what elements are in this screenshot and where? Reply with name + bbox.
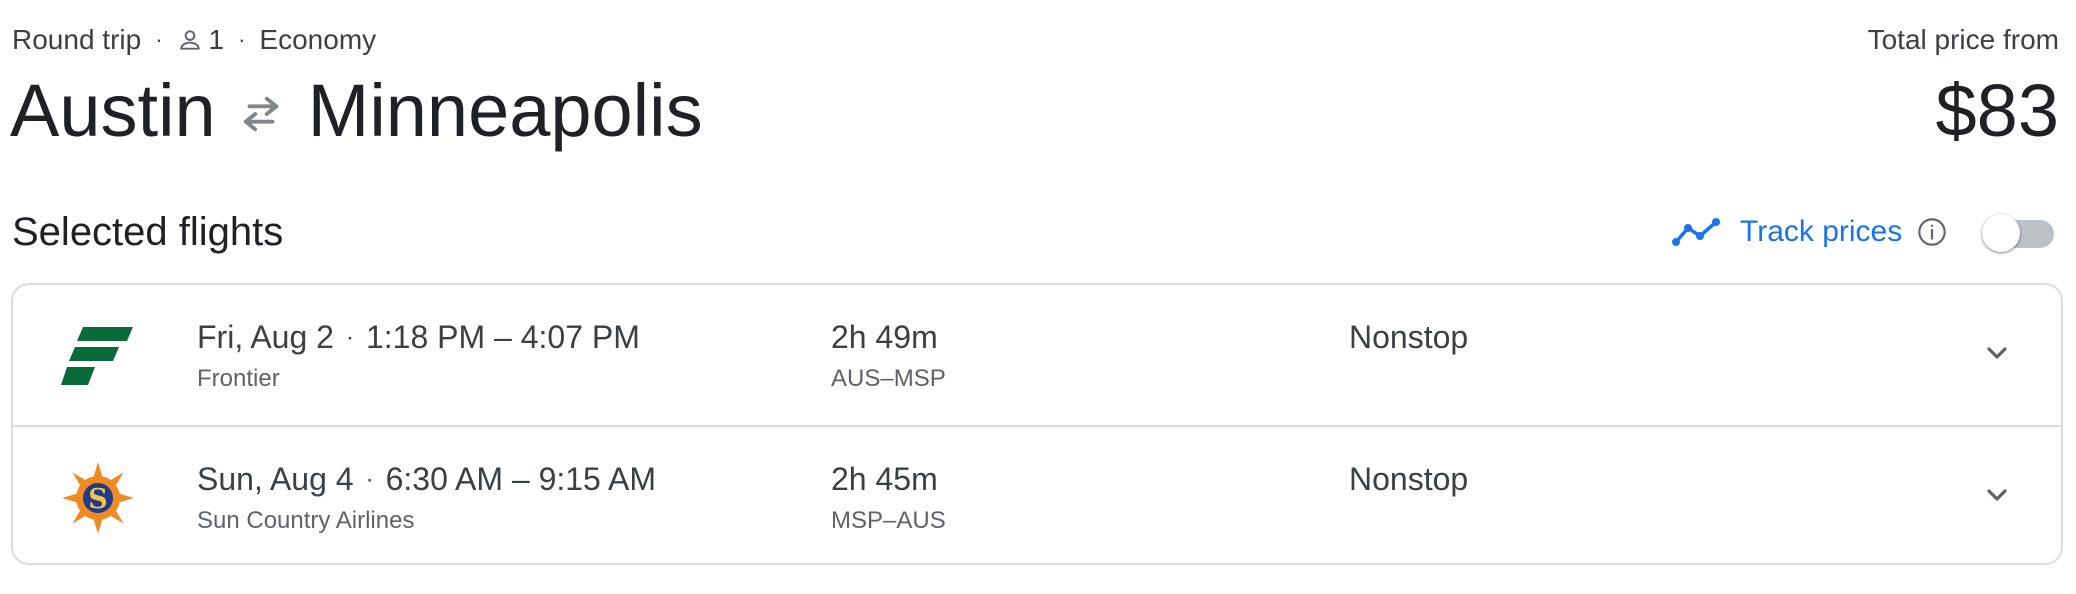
price-trend-icon: [1672, 216, 1720, 248]
flight-duration: 2h 49m: [831, 319, 938, 355]
expand-chevron-icon[interactable]: [1973, 329, 2021, 377]
separator-dot: ·: [365, 466, 374, 493]
svg-text:S: S: [88, 484, 108, 515]
airline-name: Frontier: [197, 365, 280, 392]
selected-flights-card: Fri, Aug 2 · 1:18 PM – 4:07 PM Frontier 2h…: [11, 283, 2063, 565]
flight-row-return[interactable]: S Sun, Aug 4 · 6:30 AM – 9:15 AM Sun Count…: [13, 425, 2061, 563]
separator-dot: ·: [155, 27, 163, 52]
flight-date: Fri, Aug 2: [197, 319, 334, 355]
flight-duration: 2h 45m: [831, 461, 938, 497]
person-icon: [177, 27, 203, 53]
passenger-count: 1: [208, 24, 225, 55]
flight-time-range: 6:30 AM – 9:15 AM: [385, 461, 656, 497]
trip-type: Round trip: [12, 24, 142, 55]
selected-flights-title: Selected flights: [12, 210, 284, 254]
info-icon[interactable]: [1916, 216, 1948, 248]
destination-city: Minneapolis: [307, 69, 703, 152]
flight-airports: MSP–AUS: [831, 507, 946, 534]
expand-chevron-icon[interactable]: [1973, 471, 2021, 519]
separator-dot: ·: [238, 27, 246, 52]
separator-dot: ·: [345, 324, 354, 351]
flight-time-range: 1:18 PM – 4:07 PM: [365, 319, 640, 355]
track-prices: Track prices: [1672, 210, 1948, 254]
total-price: $83: [1935, 69, 2059, 152]
track-prices-label[interactable]: Track prices: [1740, 215, 1902, 249]
origin-city: Austin: [10, 69, 216, 152]
flight-stops: Nonstop: [1349, 319, 1469, 355]
flight-stops: Nonstop: [1349, 461, 1469, 497]
airline-name: Sun Country Airlines: [197, 507, 415, 534]
route-title: Austin Minneapolis: [10, 68, 703, 154]
flight-airports: AUS–MSP: [831, 365, 946, 392]
flight-date: Sun, Aug 4: [197, 461, 354, 497]
track-prices-toggle[interactable]: [1982, 214, 2054, 252]
sun-country-logo-icon: S: [61, 461, 135, 535]
frontier-logo-icon: [61, 319, 135, 393]
flight-times: Fri, Aug 2 · 1:18 PM – 4:07 PM: [197, 315, 640, 360]
cabin-class: Economy: [259, 24, 377, 55]
total-price-label: Total price from: [1867, 24, 2059, 55]
trip-meta: Round trip · 1 · Economy: [12, 20, 376, 60]
flight-row-outbound[interactable]: Fri, Aug 2 · 1:18 PM – 4:07 PM Frontier 2h…: [13, 285, 2061, 425]
flight-summary-page: Round trip · 1 · Economy Austin Minneapo…: [0, 0, 2076, 594]
round-trip-arrows-icon: [238, 91, 284, 137]
flight-times: Sun, Aug 4 · 6:30 AM – 9:15 AM: [197, 457, 656, 502]
toggle-knob: [1982, 214, 2020, 252]
